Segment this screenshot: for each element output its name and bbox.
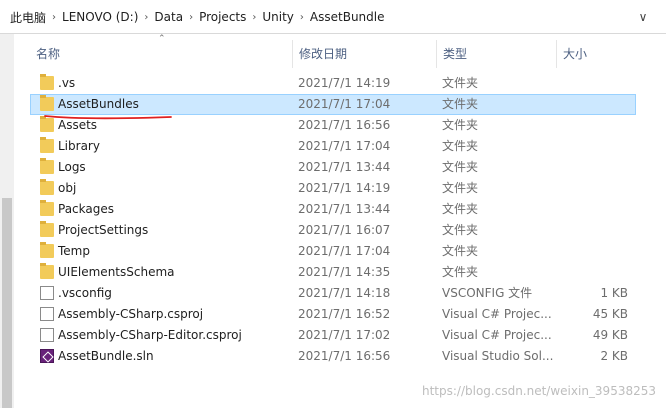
folder-icon — [40, 116, 54, 132]
chevron-right-icon[interactable]: › — [296, 12, 308, 23]
file-name: AssetBundle.sln — [58, 349, 154, 363]
column-name[interactable]: 名称 — [30, 40, 292, 68]
file-type: VSCONFIG 文件 — [442, 286, 533, 300]
file-date: 2021/7/1 14:19 — [298, 76, 391, 90]
file-name: .vs — [58, 76, 76, 90]
file-size: 45 KB — [592, 307, 628, 321]
file-date: 2021/7/1 16:07 — [298, 223, 391, 237]
file-type: 文件夹 — [442, 181, 479, 195]
file-name: AssetBundles — [58, 97, 139, 111]
file-type: Visual C# Projec... — [442, 328, 552, 342]
list-item[interactable]: .vs 2021/7/1 14:19 文件夹 — [30, 73, 636, 94]
red-underline-annotation — [44, 115, 172, 120]
file-date: 2021/7/1 17:02 — [298, 328, 391, 342]
list-item[interactable]: AssetBundle.sln 2021/7/1 16:56 Visual St… — [30, 346, 636, 367]
file-size: 2 KB — [600, 349, 628, 363]
folder-icon — [40, 95, 54, 111]
folder-icon — [40, 158, 54, 174]
breadcrumb: 此电脑 › LENOVO (D:) › Data › Projects › Un… — [8, 8, 386, 26]
list-item[interactable]: Library 2021/7/1 17:04 文件夹 — [30, 136, 636, 157]
chevron-right-icon[interactable]: › — [185, 12, 197, 23]
folder-icon — [40, 137, 54, 153]
list-item[interactable]: Assembly-CSharp-Editor.csproj 2021/7/1 1… — [30, 325, 636, 346]
list-item[interactable]: obj 2021/7/1 14:19 文件夹 — [30, 178, 636, 199]
file-type: 文件夹 — [442, 244, 479, 258]
breadcrumb-drive[interactable]: LENOVO (D:) — [60, 10, 140, 24]
folder-icon — [40, 200, 54, 216]
file-name: Assembly-CSharp.csproj — [58, 307, 204, 321]
scrollbar-thumb[interactable] — [2, 198, 12, 408]
breadcrumb-assetbundle[interactable]: AssetBundle — [308, 10, 387, 24]
chevron-right-icon[interactable]: › — [140, 12, 152, 23]
file-date: 2021/7/1 13:44 — [298, 202, 391, 216]
file-name: Library — [58, 139, 100, 153]
list-item[interactable]: Packages 2021/7/1 13:44 文件夹 — [30, 199, 636, 220]
chevron-down-icon[interactable] — [636, 10, 650, 24]
file-type: 文件夹 — [442, 139, 479, 153]
file-icon — [40, 328, 54, 342]
file-date: 2021/7/1 14:35 — [298, 265, 391, 279]
file-date: 2021/7/1 17:04 — [298, 139, 391, 153]
column-type[interactable]: 类型 — [436, 40, 556, 68]
file-type: 文件夹 — [442, 202, 479, 216]
list-item[interactable]: .vsconfig 2021/7/1 14:18 VSCONFIG 文件 1 K… — [30, 283, 636, 304]
file-type: Visual Studio Sol... — [442, 349, 554, 363]
chevron-right-icon[interactable]: › — [248, 12, 260, 23]
folder-icon — [40, 74, 54, 90]
file-type: 文件夹 — [442, 97, 479, 111]
column-header: ⌃ 名称 修改日期 类型 大小 — [30, 34, 666, 74]
file-name: Assembly-CSharp-Editor.csproj — [58, 328, 242, 342]
file-name: ProjectSettings — [58, 223, 149, 237]
file-date: 2021/7/1 14:18 — [298, 286, 391, 300]
navigation-pane-scrollbar[interactable] — [0, 34, 14, 408]
file-name: Packages — [58, 202, 114, 216]
watermark: https://blog.csdn.net/weixin_39538253 — [421, 384, 656, 398]
file-type: Visual C# Projec... — [442, 307, 552, 321]
file-date: 2021/7/1 16:52 — [298, 307, 391, 321]
file-date: 2021/7/1 16:56 — [298, 118, 391, 132]
breadcrumb-this-pc[interactable]: 此电脑 — [8, 9, 48, 26]
folder-icon — [40, 221, 54, 237]
file-name: Logs — [58, 160, 86, 174]
file-name: obj — [58, 181, 77, 195]
chevron-right-icon[interactable]: › — [48, 12, 60, 23]
file-date: 2021/7/1 16:56 — [298, 349, 391, 363]
column-size[interactable]: 大小 — [556, 40, 636, 68]
file-size: 1 KB — [600, 286, 628, 300]
folder-icon — [40, 179, 54, 195]
file-type: 文件夹 — [442, 160, 479, 174]
breadcrumb-unity[interactable]: Unity — [260, 10, 296, 24]
list-item[interactable]: Logs 2021/7/1 13:44 文件夹 — [30, 157, 636, 178]
file-date: 2021/7/1 17:04 — [298, 244, 391, 258]
file-type: 文件夹 — [442, 223, 479, 237]
file-name: UIElementsSchema — [58, 265, 175, 279]
file-size: 49 KB — [592, 328, 628, 342]
list-item[interactable]: ProjectSettings 2021/7/1 16:07 文件夹 — [30, 220, 636, 241]
breadcrumb-projects[interactable]: Projects — [197, 10, 248, 24]
list-item[interactable]: Assembly-CSharp.csproj 2021/7/1 16:52 Vi… — [30, 304, 636, 325]
file-name: .vsconfig — [58, 286, 112, 300]
file-type: 文件夹 — [442, 76, 479, 90]
file-name: Temp — [58, 244, 90, 258]
list-item-selected[interactable]: AssetBundles 2021/7/1 17:04 文件夹 — [30, 94, 636, 115]
file-type: 文件夹 — [442, 265, 479, 279]
address-bar[interactable]: 此电脑 › LENOVO (D:) › Data › Projects › Un… — [0, 0, 666, 34]
folder-icon — [40, 263, 54, 279]
folder-icon — [40, 242, 54, 258]
list-item[interactable]: Temp 2021/7/1 17:04 文件夹 — [30, 241, 636, 262]
file-icon — [40, 307, 54, 321]
file-type: 文件夹 — [442, 118, 479, 132]
file-date: 2021/7/1 14:19 — [298, 181, 391, 195]
file-date: 2021/7/1 13:44 — [298, 160, 391, 174]
file-icon — [40, 286, 54, 300]
column-date-modified[interactable]: 修改日期 — [292, 40, 436, 68]
file-date: 2021/7/1 17:04 — [298, 97, 391, 111]
breadcrumb-data[interactable]: Data — [152, 10, 185, 24]
list-item[interactable]: UIElementsSchema 2021/7/1 14:35 文件夹 — [30, 262, 636, 283]
visual-studio-icon — [40, 349, 54, 363]
